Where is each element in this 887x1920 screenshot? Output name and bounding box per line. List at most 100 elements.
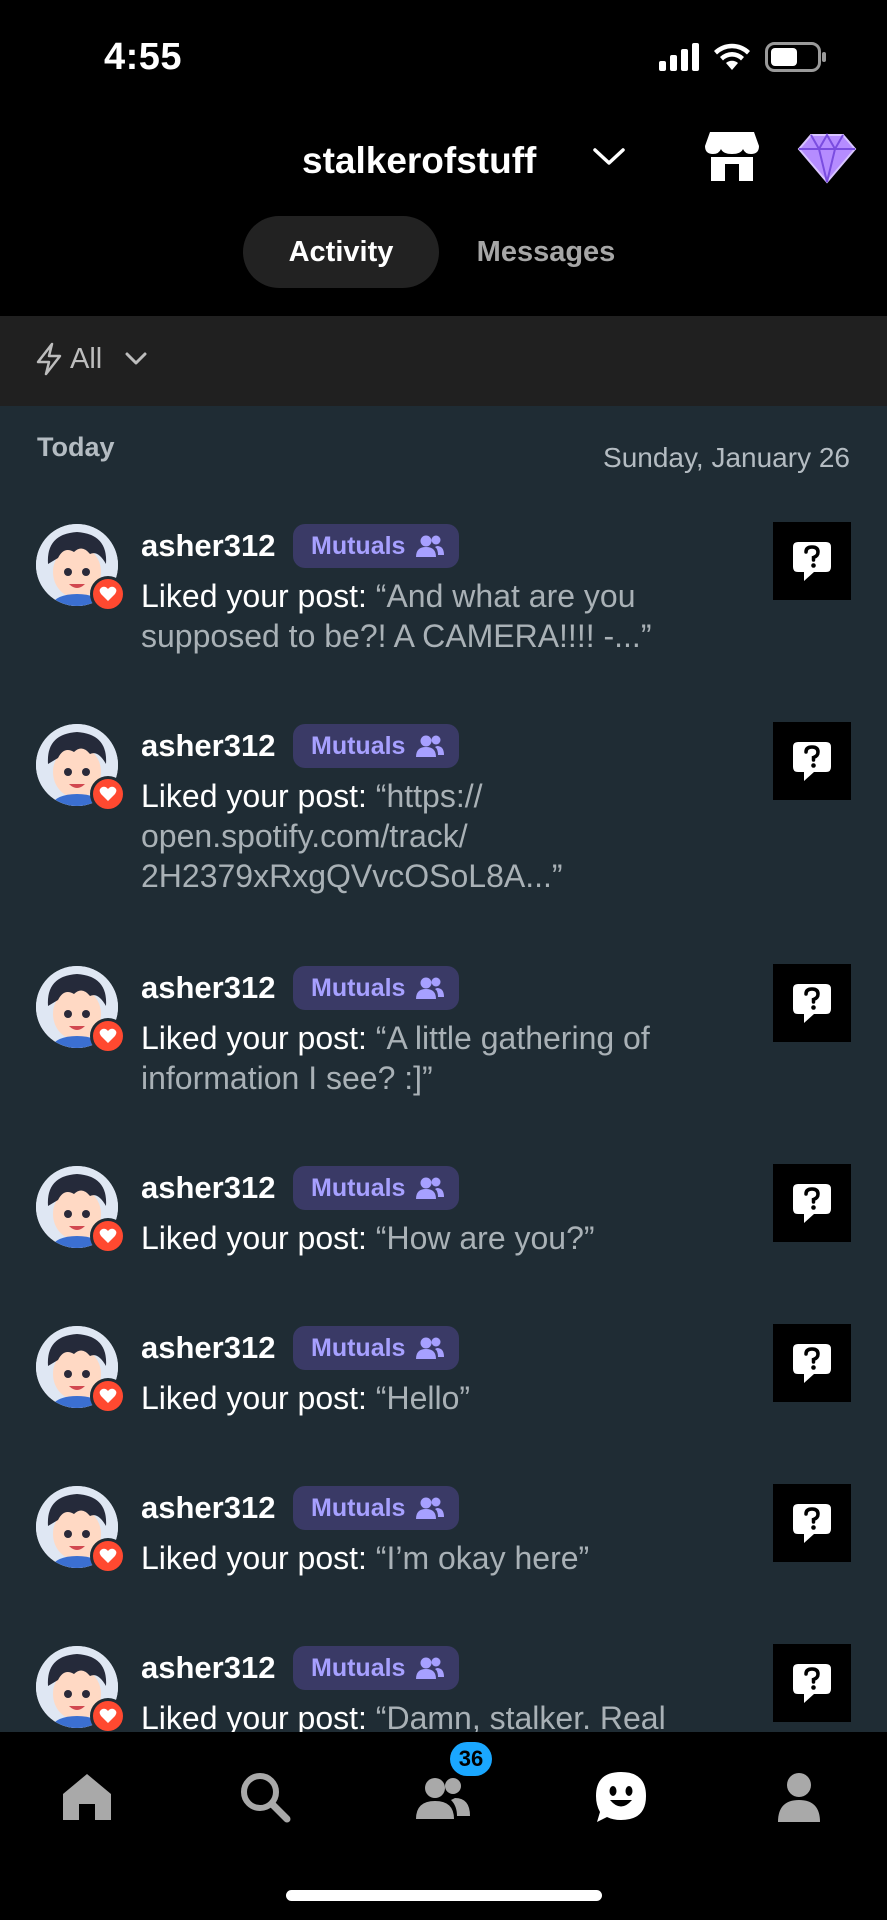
mutuals-badge: Mutuals xyxy=(293,1486,460,1530)
mutuals-badge: Mutuals xyxy=(293,724,460,768)
status-bar: 4:55 xyxy=(0,0,887,110)
account-icon xyxy=(778,1773,820,1822)
activity-feed[interactable]: Today Sunday, January 26 asher312 Mutual… xyxy=(0,406,887,1732)
heart-badge xyxy=(90,1378,126,1414)
username[interactable]: asher312 xyxy=(141,728,275,764)
question-bubble-icon xyxy=(793,542,831,581)
username[interactable]: asher312 xyxy=(141,1170,275,1206)
question-bubble-icon xyxy=(793,1504,831,1543)
post-thumbnail[interactable] xyxy=(773,964,851,1042)
activity-action: Liked your post: xyxy=(141,578,376,614)
nav-activity[interactable] xyxy=(586,1762,656,1832)
post-quote: “Hello” xyxy=(375,1380,471,1416)
battery-icon xyxy=(765,42,826,72)
post-thumbnail[interactable] xyxy=(773,1164,851,1242)
section-date: Sunday, January 26 xyxy=(603,442,850,473)
activity-action: Liked your post: xyxy=(141,1540,376,1576)
people-count-badge: 36 xyxy=(450,1742,492,1776)
nav-account[interactable] xyxy=(764,1762,834,1832)
mutuals-label: Mutuals xyxy=(311,1653,406,1682)
activity-description[interactable]: Liked your post: “And what are you suppo… xyxy=(141,576,741,656)
post-quote: “I’m okay here” xyxy=(375,1540,590,1576)
activity-action: Liked your post: xyxy=(141,1020,376,1056)
post-quote: “Damn, stalker. Real xyxy=(375,1700,666,1732)
top-nav: stalkerofstuff xyxy=(0,110,887,210)
heart-icon xyxy=(99,586,117,601)
heart-badge xyxy=(90,1218,126,1254)
username[interactable]: asher312 xyxy=(141,1650,275,1686)
question-bubble-icon xyxy=(793,1184,831,1223)
heart-badge xyxy=(90,776,126,812)
people-icon xyxy=(416,1778,470,1819)
mutuals-label: Mutuals xyxy=(311,1493,406,1522)
activity-action: Liked your post: xyxy=(141,778,376,814)
heart-icon xyxy=(99,1228,117,1243)
activity-description[interactable]: Liked your post: “I’m okay here” xyxy=(141,1538,741,1578)
tab-activity[interactable]: Activity xyxy=(243,216,439,288)
activity-action: Liked your post: xyxy=(141,1220,376,1256)
username[interactable]: asher312 xyxy=(141,1330,275,1366)
heart-icon xyxy=(99,1388,117,1403)
home-icon xyxy=(63,1774,111,1820)
question-bubble-icon xyxy=(793,984,831,1023)
mutuals-label: Mutuals xyxy=(311,973,406,1002)
activity-action: Liked your post: xyxy=(141,1700,376,1732)
home-indicator[interactable] xyxy=(286,1890,602,1901)
heart-icon xyxy=(99,786,117,801)
activity-action: Liked your post: xyxy=(141,1380,376,1416)
nav-home[interactable] xyxy=(52,1762,122,1832)
filter-dropdown[interactable]: All xyxy=(34,342,156,376)
blog-name-selector[interactable]: stalkerofstuff xyxy=(302,140,536,182)
heart-badge xyxy=(90,1538,126,1574)
post-thumbnail[interactable] xyxy=(773,1484,851,1562)
heart-icon xyxy=(99,1028,117,1043)
mutuals-people-icon xyxy=(416,977,445,999)
activity-description[interactable]: Liked your post: “Hello” xyxy=(141,1378,741,1418)
activity-description[interactable]: Liked your post: “A little gathering of … xyxy=(141,1018,741,1098)
heart-badge xyxy=(90,576,126,612)
wifi-icon xyxy=(714,43,750,70)
status-time: 4:55 xyxy=(104,36,183,78)
shop-icon[interactable] xyxy=(704,130,760,182)
question-bubble-icon xyxy=(793,1344,831,1383)
mutuals-badge: Mutuals xyxy=(293,1166,460,1210)
post-thumbnail[interactable] xyxy=(773,722,851,800)
activity-tabs: Activity Messages xyxy=(0,216,887,290)
mutuals-badge: Mutuals xyxy=(293,1646,460,1690)
search-icon xyxy=(241,1773,291,1823)
chevron-down-icon[interactable] xyxy=(592,146,626,168)
username[interactable]: asher312 xyxy=(141,528,275,564)
post-thumbnail[interactable] xyxy=(773,522,851,600)
mutuals-label: Mutuals xyxy=(311,731,406,760)
username[interactable]: asher312 xyxy=(141,970,275,1006)
mutuals-badge: Mutuals xyxy=(293,1326,460,1370)
mutuals-label: Mutuals xyxy=(311,1333,406,1362)
mutuals-label: Mutuals xyxy=(311,531,406,560)
activity-description[interactable]: Liked your post: “Damn, stalker. Real xyxy=(141,1698,741,1732)
post-thumbnail[interactable] xyxy=(773,1644,851,1722)
activity-description[interactable]: Liked your post: “https:// open.spotify.… xyxy=(141,776,741,896)
nav-search[interactable] xyxy=(230,1762,300,1832)
question-bubble-icon xyxy=(793,742,831,781)
heart-icon xyxy=(99,1548,117,1563)
heart-badge xyxy=(90,1018,126,1054)
signal-icon xyxy=(659,43,699,71)
username[interactable]: asher312 xyxy=(141,1490,275,1526)
tab-messages[interactable]: Messages xyxy=(452,216,640,288)
post-thumbnail[interactable] xyxy=(773,1324,851,1402)
status-icons xyxy=(659,42,827,72)
mutuals-people-icon xyxy=(416,1337,445,1359)
mutuals-people-icon xyxy=(416,1497,445,1519)
filter-label: All xyxy=(70,342,103,375)
heart-icon xyxy=(99,1708,117,1723)
mutuals-badge: Mutuals xyxy=(293,524,460,568)
mutuals-people-icon xyxy=(416,1177,445,1199)
chevron-down-icon xyxy=(125,352,147,365)
section-label-today: Today xyxy=(37,432,115,462)
lightning-icon xyxy=(36,342,62,376)
activity-description[interactable]: Liked your post: “How are you?” xyxy=(141,1218,741,1258)
mutuals-badge: Mutuals xyxy=(293,966,460,1010)
filter-bar: All xyxy=(0,316,887,406)
post-quote: “How are you?” xyxy=(375,1220,595,1256)
gem-icon[interactable] xyxy=(797,132,857,184)
